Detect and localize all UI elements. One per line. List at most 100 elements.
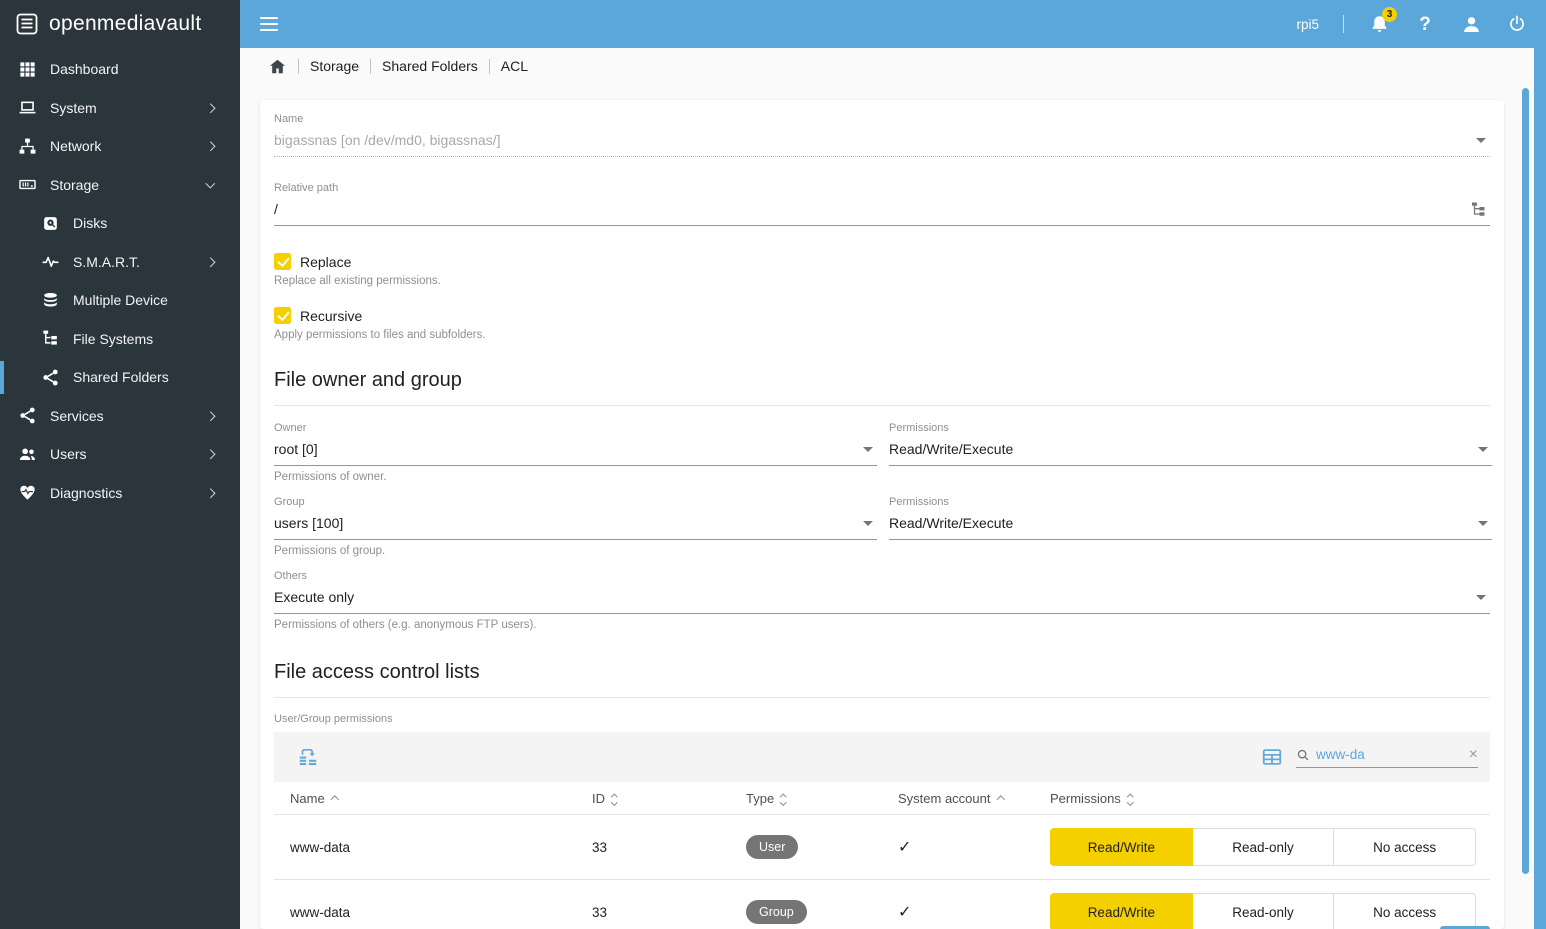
read-only-button[interactable]: Read-only bbox=[1192, 828, 1335, 866]
column-header-type[interactable]: Type bbox=[746, 791, 898, 806]
dropdown-arrow-icon bbox=[1476, 137, 1486, 143]
sidebar-item-label: S.M.A.R.T. bbox=[73, 253, 140, 270]
read-only-button[interactable]: Read-only bbox=[1192, 893, 1335, 929]
read-write-button[interactable]: Read/Write bbox=[1050, 828, 1193, 866]
sidebar-item-smart[interactable]: S.M.A.R.T. bbox=[0, 243, 240, 282]
no-access-button[interactable]: No access bbox=[1334, 828, 1477, 866]
chevron-right-icon bbox=[205, 449, 215, 459]
field-label: Owner bbox=[274, 422, 307, 434]
share-variant-icon bbox=[18, 406, 37, 425]
sidebar-item-dashboard[interactable]: Dashboard bbox=[0, 50, 240, 89]
acl-form-card: Name bigassnas [on /dev/md0, bigassnas/]… bbox=[260, 100, 1504, 929]
folder-tree-icon[interactable] bbox=[1470, 201, 1486, 217]
network-icon bbox=[18, 137, 37, 156]
power-icon bbox=[1510, 15, 1524, 31]
column-settings-button[interactable] bbox=[1261, 746, 1283, 768]
cell-id: 33 bbox=[592, 839, 608, 855]
sort-asc-icon bbox=[996, 795, 1005, 804]
section-title-acl: File access control lists bbox=[274, 661, 480, 683]
read-write-button[interactable]: Read/Write bbox=[1050, 893, 1193, 929]
table-search: × bbox=[1296, 746, 1478, 768]
owner-select[interactable]: Owner root [0] Permissions of owner. bbox=[274, 422, 877, 483]
sort-icon bbox=[1126, 792, 1134, 806]
inner-scrollbar-thumb[interactable] bbox=[1522, 88, 1529, 874]
no-access-button[interactable]: No access bbox=[1334, 893, 1477, 929]
sidebar-item-network[interactable]: Network bbox=[0, 127, 240, 166]
owner-permissions-select[interactable]: Permissions Read/Write/Execute bbox=[889, 422, 1492, 483]
owner-value: root [0] bbox=[274, 441, 318, 457]
field-label: Permissions bbox=[889, 496, 949, 508]
acl-table-row: www-data 33 User ✓ Read/Write Read-only … bbox=[274, 815, 1490, 880]
notification-badge: 3 bbox=[1382, 7, 1397, 22]
sidebar-item-label: Multiple Device bbox=[73, 292, 168, 309]
top-bar: rpi5 3 ? bbox=[240, 0, 1546, 48]
field-label: Group bbox=[274, 496, 305, 508]
replace-hint: Replace all existing permissions. bbox=[274, 275, 441, 287]
cell-name: www-data bbox=[290, 904, 351, 920]
notifications-button[interactable]: 3 bbox=[1368, 7, 1397, 35]
others-value: Execute only bbox=[274, 589, 355, 605]
account-button[interactable] bbox=[1460, 13, 1482, 35]
permission-toggle-group: Read/Write Read-only No access bbox=[1050, 893, 1477, 929]
field-label: Others bbox=[274, 570, 308, 582]
group-select[interactable]: Group users [100] Permissions of group. bbox=[274, 496, 877, 557]
breadcrumb-separator bbox=[370, 58, 372, 74]
search-input[interactable] bbox=[1316, 747, 1446, 762]
menu-toggle-icon[interactable] bbox=[260, 17, 278, 31]
column-header-name[interactable]: Name bbox=[274, 791, 592, 806]
dropdown-arrow-icon bbox=[1478, 446, 1488, 452]
dropdown-arrow-icon bbox=[1478, 520, 1488, 526]
dropdown-arrow-icon bbox=[1476, 594, 1486, 600]
sidebar-item-multiple-device[interactable]: Multiple Device bbox=[0, 281, 240, 320]
replace-checkbox[interactable] bbox=[274, 253, 291, 270]
name-field[interactable]: Name bigassnas [on /dev/md0, bigassnas/] bbox=[274, 113, 1490, 157]
sidebar-item-label: Services bbox=[50, 407, 104, 424]
sidebar-item-label: Dashboard bbox=[50, 61, 119, 78]
sidebar-item-disks[interactable]: Disks bbox=[0, 204, 240, 243]
group-hint: Permissions of group. bbox=[274, 545, 386, 557]
acl-field-label: User/Group permissions bbox=[274, 713, 393, 725]
column-header-permissions[interactable]: Permissions bbox=[1050, 791, 1490, 806]
sort-icon bbox=[780, 792, 787, 806]
column-header-id[interactable]: ID bbox=[592, 791, 746, 806]
replace-label: Replace bbox=[300, 253, 352, 270]
clear-search-icon[interactable]: × bbox=[1469, 746, 1478, 763]
sidebar-item-system[interactable]: System bbox=[0, 89, 240, 128]
power-button[interactable] bbox=[1506, 13, 1528, 35]
replace-field: Replace Replace all existing permissions… bbox=[274, 253, 1490, 287]
type-chip: User bbox=[746, 835, 799, 859]
breadcrumb-separator bbox=[488, 58, 490, 74]
disk-icon bbox=[41, 214, 60, 233]
column-header-system-account[interactable]: System account bbox=[898, 791, 1050, 806]
brand: openmediavault bbox=[0, 0, 240, 48]
breadcrumb-item-storage[interactable]: Storage bbox=[310, 58, 359, 74]
brand-name: openmediavault bbox=[49, 12, 202, 35]
dashboard-icon bbox=[18, 60, 37, 79]
sidebar-item-label: Shared Folders bbox=[73, 369, 169, 386]
sidebar-item-label: Disks bbox=[73, 215, 108, 232]
others-select[interactable]: Others Execute only Permissions of other… bbox=[274, 570, 1490, 631]
sidebar-item-diagnostics[interactable]: Diagnostics bbox=[0, 474, 240, 513]
field-label: Name bbox=[274, 113, 304, 125]
window-scrollbar[interactable] bbox=[1534, 0, 1546, 929]
copy-permissions-button[interactable] bbox=[297, 746, 319, 768]
chevron-right-icon bbox=[205, 411, 215, 421]
sidebar-item-shared-folders[interactable]: Shared Folders bbox=[0, 358, 240, 397]
recursive-checkbox[interactable] bbox=[274, 307, 291, 324]
group-permissions-select[interactable]: Permissions Read/Write/Execute bbox=[889, 496, 1492, 557]
database-icon bbox=[41, 291, 60, 310]
sidebar-item-file-systems[interactable]: File Systems bbox=[0, 320, 240, 359]
storage-icon bbox=[18, 175, 37, 194]
sidebar-item-storage[interactable]: Storage bbox=[0, 166, 240, 205]
divider bbox=[1343, 15, 1344, 33]
home-icon[interactable] bbox=[268, 57, 287, 76]
check-icon: ✓ bbox=[898, 839, 912, 856]
chevron-down-icon bbox=[205, 178, 215, 188]
relative-path-field[interactable]: Relative path / bbox=[274, 182, 1490, 226]
sidebar-item-services[interactable]: Services bbox=[0, 397, 240, 436]
help-button[interactable]: ? bbox=[1414, 13, 1436, 35]
person-icon bbox=[1463, 16, 1479, 32]
table-grid-icon bbox=[1262, 749, 1282, 765]
sidebar-item-users[interactable]: Users bbox=[0, 435, 240, 474]
breadcrumb-item-shared-folders[interactable]: Shared Folders bbox=[382, 58, 478, 74]
